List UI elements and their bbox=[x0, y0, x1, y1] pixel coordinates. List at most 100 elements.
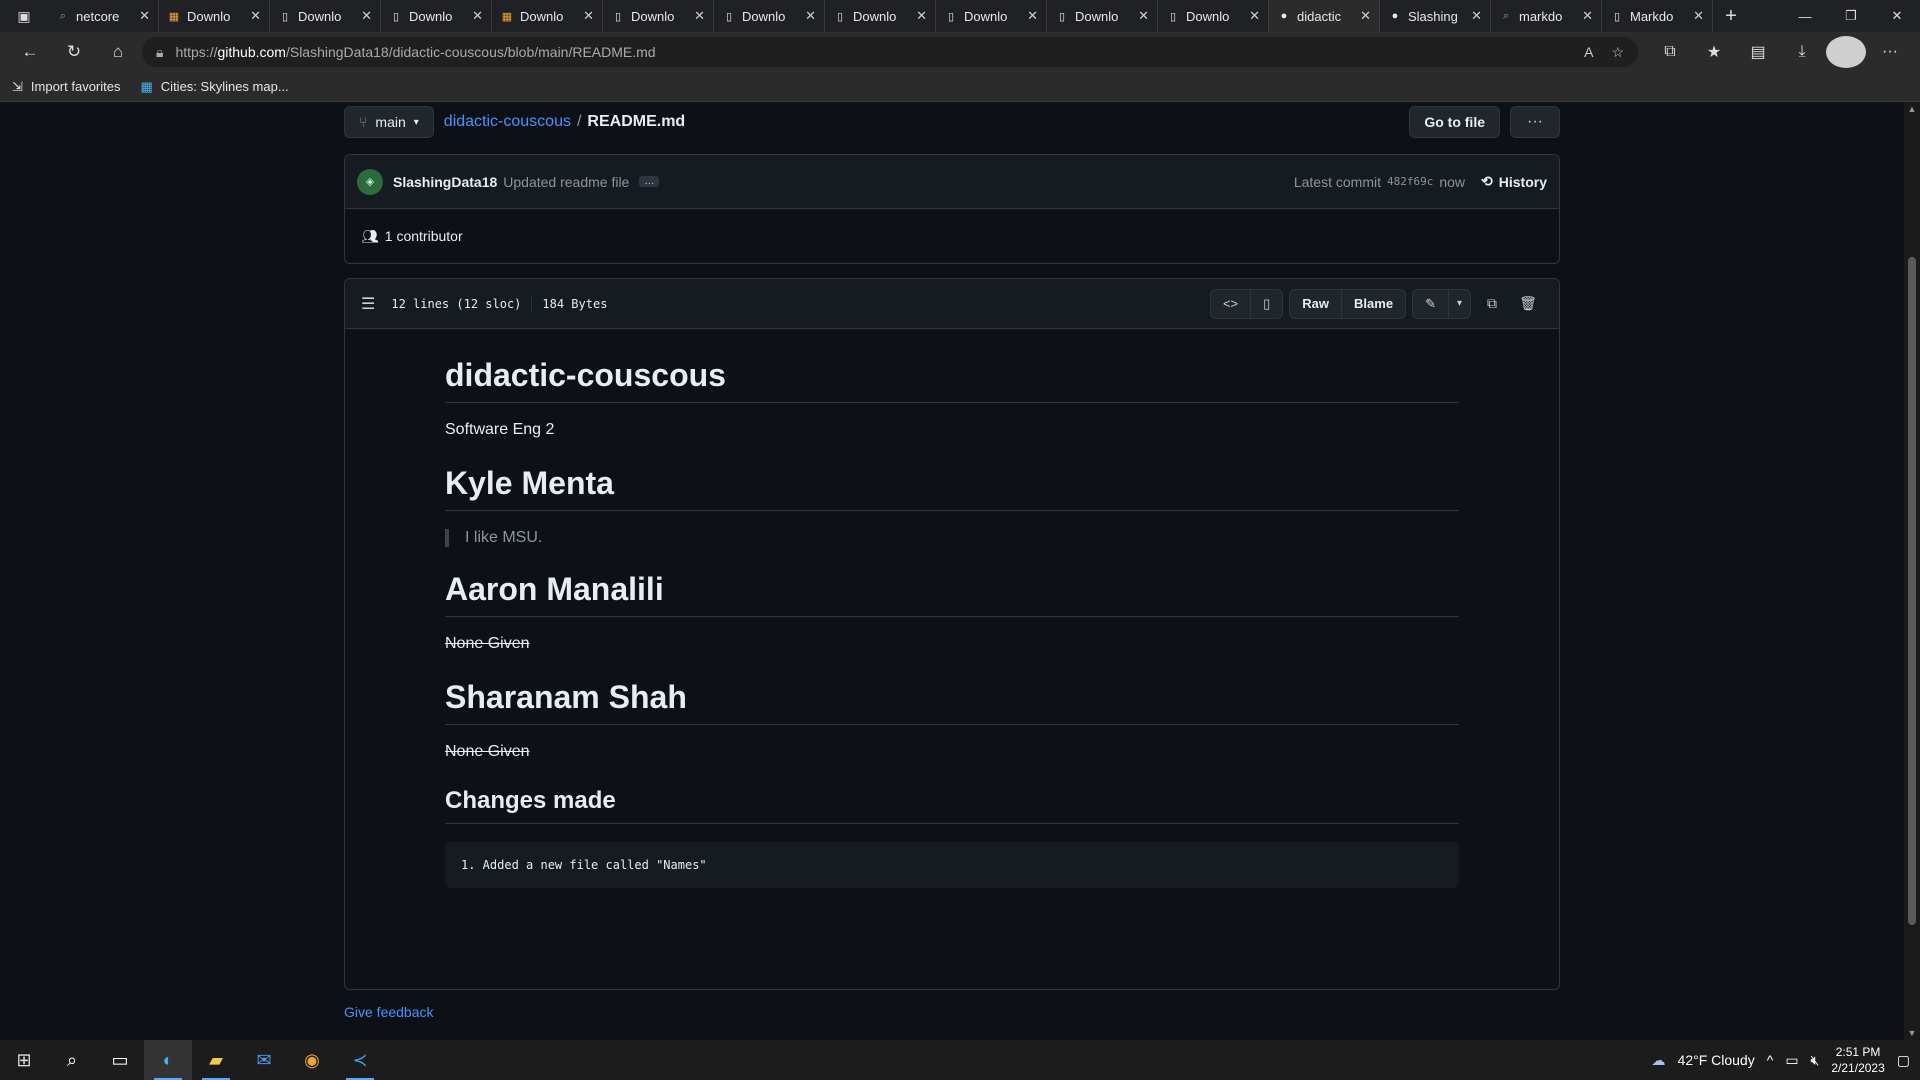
contributors-row[interactable]: 👥︎ 1 contributor bbox=[345, 209, 1559, 263]
browser-tab[interactable]: ▯ Downlo ✕ bbox=[936, 0, 1047, 32]
browser-tab[interactable]: ▯ Markdo ✕ bbox=[1602, 0, 1713, 32]
browser-tab[interactable]: ● Slashing ✕ bbox=[1380, 0, 1491, 32]
browser-tab[interactable]: ▯ Downlo ✕ bbox=[270, 0, 381, 32]
collections-icon[interactable]: ▤ bbox=[1738, 36, 1778, 68]
close-tab-icon[interactable]: ✕ bbox=[805, 8, 816, 24]
trash-icon[interactable]: 🗑︎ bbox=[1513, 289, 1543, 319]
browser-tab[interactable]: ▯ Downlo ✕ bbox=[1158, 0, 1269, 32]
network-icon[interactable]: ▭ bbox=[1785, 1052, 1798, 1069]
settings-more-icon[interactable]: ··· bbox=[1870, 36, 1910, 68]
code-view-icon[interactable]: <> bbox=[1210, 289, 1252, 318]
repo-link[interactable]: didactic-couscous bbox=[444, 113, 571, 131]
minimize-icon[interactable]: — bbox=[1782, 0, 1828, 32]
downloads-icon[interactable]: ⤓ bbox=[1782, 36, 1822, 68]
tab-actions-icon[interactable]: ▣ bbox=[0, 0, 48, 32]
search-icon[interactable]: ⌕ bbox=[48, 1040, 96, 1080]
close-tab-icon[interactable]: ✕ bbox=[916, 8, 927, 24]
close-tab-icon[interactable]: ✕ bbox=[250, 8, 261, 24]
favorite-cities[interactable]: ▦ Cities: Skylines map... bbox=[141, 79, 289, 95]
restore-icon[interactable]: ❐ bbox=[1828, 0, 1874, 32]
vscode-icon[interactable]: ≺ bbox=[336, 1040, 384, 1080]
copy-icon[interactable]: ⧉ bbox=[1477, 289, 1507, 319]
home-icon[interactable]: ⌂ bbox=[98, 36, 138, 68]
heading-changes: Changes made bbox=[445, 787, 1459, 824]
give-feedback-link[interactable]: Give feedback bbox=[344, 1004, 434, 1020]
volume-muted-icon[interactable]: 🔇︎ bbox=[1811, 1052, 1820, 1069]
close-window-icon[interactable]: ✕ bbox=[1874, 0, 1920, 32]
clock[interactable]: 2:51 PM 2/21/2023 bbox=[1831, 1044, 1884, 1076]
readme-title: didactic-couscous bbox=[445, 357, 1459, 403]
pencil-icon[interactable]: ✎ bbox=[1413, 289, 1449, 318]
browser-tab[interactable]: ▯ Downlo ✕ bbox=[1047, 0, 1158, 32]
page-icon: ▯ bbox=[1613, 10, 1621, 23]
favorite-label: Import favorites bbox=[30, 79, 121, 94]
commit-author[interactable]: SlashingData18 bbox=[393, 174, 497, 190]
add-favorite-icon[interactable]: ☆ bbox=[1611, 44, 1624, 61]
scrollbar-thumb[interactable] bbox=[1908, 257, 1916, 925]
chevron-up-icon[interactable]: ^ bbox=[1767, 1052, 1774, 1068]
more-options-button[interactable]: ··· bbox=[1510, 106, 1560, 138]
scroll-down-icon[interactable]: ▼ bbox=[1904, 1028, 1920, 1038]
read-aloud-icon[interactable]: A bbox=[1584, 44, 1593, 61]
close-tab-icon[interactable]: ✕ bbox=[583, 8, 594, 24]
commit-message[interactable]: Updated readme file bbox=[503, 174, 629, 190]
close-tab-icon[interactable]: ✕ bbox=[472, 8, 483, 24]
close-tab-icon[interactable]: ✕ bbox=[1249, 8, 1260, 24]
blame-button[interactable]: Blame bbox=[1342, 289, 1406, 318]
file-explorer-icon[interactable]: ▰ bbox=[192, 1040, 240, 1080]
close-tab-icon[interactable]: ✕ bbox=[361, 8, 372, 24]
close-tab-icon[interactable]: ✕ bbox=[1693, 8, 1704, 24]
raw-button[interactable]: Raw bbox=[1290, 289, 1343, 318]
expand-commit-button[interactable]: … bbox=[639, 176, 660, 187]
browser-tab[interactable]: ⌕ netcore ✕ bbox=[48, 0, 159, 32]
task-view-icon[interactable]: ▭ bbox=[96, 1040, 144, 1080]
browser-tab[interactable]: ⌕ markdo ✕ bbox=[1491, 0, 1602, 32]
extensions-icon[interactable]: ⧉ bbox=[1650, 36, 1690, 68]
close-tab-icon[interactable]: ✕ bbox=[1471, 8, 1482, 24]
tab-title: Downlo bbox=[1075, 8, 1119, 24]
browser-tab[interactable]: ▯ Downlo ✕ bbox=[603, 0, 714, 32]
browser-tab[interactable]: ● didactic ✕ bbox=[1269, 0, 1380, 32]
preview-icon[interactable]: ▯ bbox=[1251, 289, 1283, 318]
scroll-up-icon[interactable]: ▲ bbox=[1904, 104, 1920, 114]
close-tab-icon[interactable]: ✕ bbox=[1582, 8, 1593, 24]
windows-start-icon[interactable]: ⊞ bbox=[0, 1040, 48, 1080]
close-tab-icon[interactable]: ✕ bbox=[1360, 8, 1371, 24]
weather-icon[interactable]: ☁ bbox=[1652, 1052, 1666, 1069]
go-to-file-button[interactable]: Go to file bbox=[1409, 106, 1500, 138]
new-tab-button[interactable]: + bbox=[1713, 5, 1749, 28]
favorites-icon[interactable]: ★ bbox=[1694, 36, 1734, 68]
raw-blame-group: Raw Blame bbox=[1289, 288, 1407, 319]
browser-tab[interactable]: ▯ Downlo ✕ bbox=[825, 0, 936, 32]
favorite-import[interactable]: ⇲ Import favorites bbox=[12, 79, 121, 95]
chrome-icon[interactable]: ◉ bbox=[288, 1040, 336, 1080]
browser-tab[interactable]: ▯ Downlo ✕ bbox=[381, 0, 492, 32]
table-of-contents-icon[interactable]: ☰ bbox=[361, 294, 375, 313]
close-tab-icon[interactable]: ✕ bbox=[139, 8, 150, 24]
back-icon[interactable]: ← bbox=[10, 36, 50, 68]
weather-label[interactable]: 42°F Cloudy bbox=[1678, 1052, 1755, 1068]
notifications-icon[interactable]: ▢ bbox=[1897, 1052, 1910, 1069]
history-button[interactable]: ⟲ History bbox=[1481, 173, 1547, 190]
url-field[interactable]: 🔒︎ https://github.com/SlashingData18/did… bbox=[142, 37, 1638, 67]
chevron-down-icon[interactable]: ▾ bbox=[1448, 289, 1470, 318]
browser-tab[interactable]: ▦ Downlo ✕ bbox=[159, 0, 270, 32]
heading-sharanam: Sharanam Shah bbox=[445, 679, 1459, 725]
browser-tab[interactable]: ▦ Downlo ✕ bbox=[492, 0, 603, 32]
page-scrollbar[interactable]: ▲ ▼ bbox=[1904, 102, 1920, 1040]
close-tab-icon[interactable]: ✕ bbox=[1138, 8, 1149, 24]
mail-icon[interactable]: ✉ bbox=[240, 1040, 288, 1080]
close-tab-icon[interactable]: ✕ bbox=[694, 8, 705, 24]
address-bar-row: ← ↻ ⌂ 🔒︎ https://github.com/SlashingData… bbox=[0, 32, 1920, 72]
refresh-icon[interactable]: ↻ bbox=[54, 36, 94, 68]
profile-icon[interactable] bbox=[1826, 36, 1866, 68]
edge-icon[interactable]: ◐ bbox=[144, 1040, 192, 1080]
browser-tab[interactable]: ▯ Downlo ✕ bbox=[714, 0, 825, 32]
avatar[interactable]: ◈ bbox=[357, 168, 383, 195]
tabs-container: ⌕ netcore ✕ ▦ Downlo ✕ ▯ Downlo ✕ ▯ Downlo ✕ ▦ Downlo… bbox=[48, 0, 1713, 32]
commit-sha[interactable]: 482f69c bbox=[1387, 175, 1433, 188]
tab-title: netcore bbox=[76, 8, 120, 24]
branch-selector[interactable]: ⑂ main ▾ bbox=[344, 106, 434, 138]
heading-kyle: Kyle Menta bbox=[445, 465, 1459, 511]
close-tab-icon[interactable]: ✕ bbox=[1027, 8, 1038, 24]
